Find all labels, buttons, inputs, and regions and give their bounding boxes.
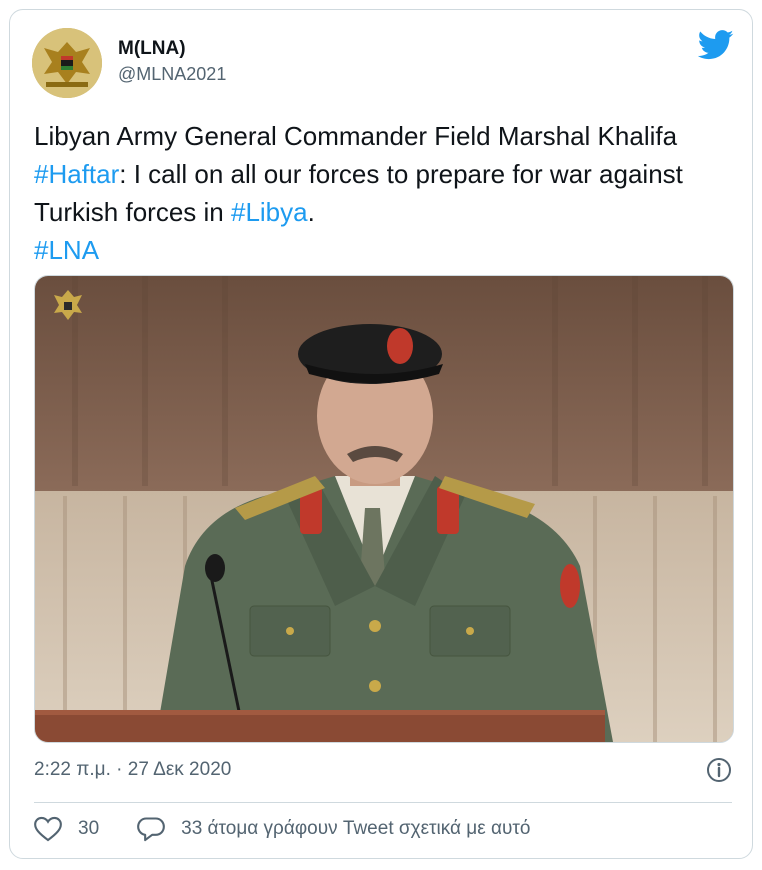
reply-bubble-icon [137, 817, 166, 842]
photo-image [35, 276, 733, 742]
hashtag-haftar[interactable]: #Haftar [34, 159, 119, 189]
author-name[interactable]: M(LNA) [118, 38, 186, 60]
tweet-text-part: . [307, 197, 315, 227]
tweet-card[interactable]: M(LNA) @MLNA2021 Libyan Army General Com… [9, 9, 753, 859]
reply-link[interactable]: 33 άτομα γράφουν Tweet σχετικά με αυτό [137, 816, 530, 842]
reply-text: 33 άτομα γράφουν Tweet σχετικά με αυτό [181, 818, 531, 839]
twitter-bird-icon[interactable] [698, 30, 734, 60]
tweet-text-part: : I call on all our forces to prepare fo… [34, 159, 683, 227]
author-handle[interactable]: @MLNA2021 [118, 64, 226, 85]
tweet-text-part: Libyan Army General Commander Field Mars… [34, 121, 678, 151]
tweet-timestamp[interactable]: 2:22 π.μ. · 27 Δεκ 2020 [34, 759, 231, 781]
info-icon[interactable] [706, 757, 732, 783]
avatar[interactable] [32, 28, 102, 98]
tweet-text: Libyan Army General Commander Field Mars… [34, 117, 734, 269]
hashtag-lna[interactable]: #LNA [34, 235, 99, 265]
tweet-photo[interactable] [34, 275, 734, 743]
heart-icon [34, 816, 62, 842]
hashtag-libya[interactable]: #Libya [231, 197, 308, 227]
divider [34, 802, 732, 803]
like-button[interactable]: 30 [34, 816, 99, 842]
like-count: 30 [78, 818, 100, 839]
tweet-actions: 30 33 άτομα γράφουν Tweet σχετικά με αυτ… [34, 816, 530, 842]
